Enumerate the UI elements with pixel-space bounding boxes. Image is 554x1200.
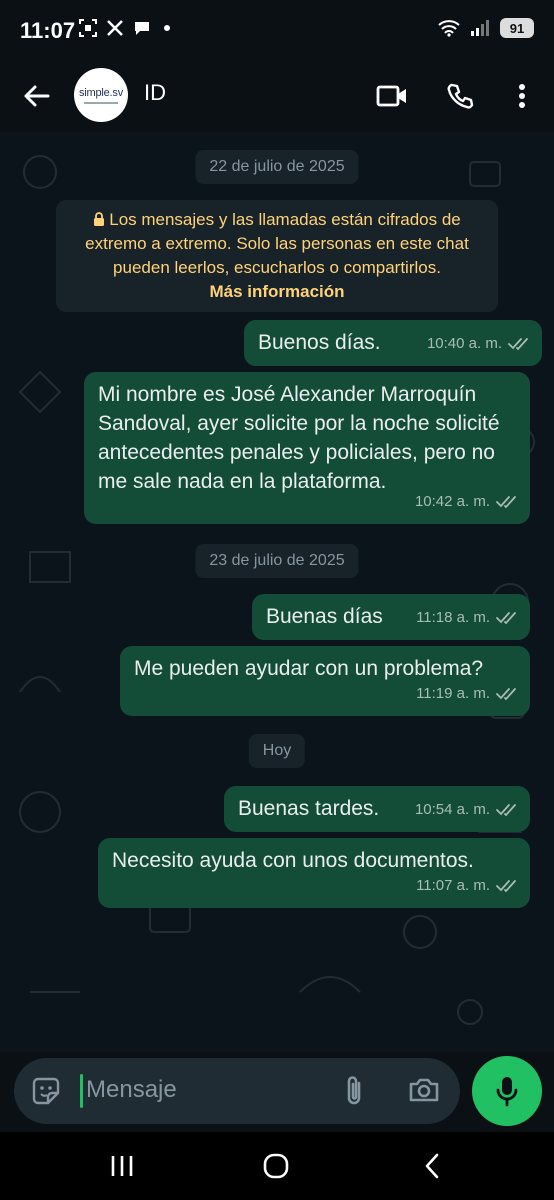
encryption-notice[interactable]: Los mensajes y las llamadas están cifrad… bbox=[56, 200, 498, 312]
date-separator: 23 de julio de 2025 bbox=[195, 544, 359, 578]
lock-icon bbox=[94, 212, 105, 226]
message-meta: 10:40 a. m. bbox=[427, 329, 530, 358]
message-bubble[interactable]: Buenas tardes. 10:54 a. m. bbox=[224, 786, 530, 832]
message-meta: 11:07 a. m. bbox=[416, 871, 518, 900]
camera-icon[interactable] bbox=[408, 1074, 440, 1106]
double-check-icon bbox=[496, 687, 516, 700]
date-separator: Hoy bbox=[248, 734, 306, 768]
chat-header: simple.sv ID bbox=[0, 60, 554, 132]
message-composer[interactable]: Mensaje bbox=[14, 1058, 460, 1124]
home-button[interactable] bbox=[256, 1150, 296, 1182]
double-check-icon bbox=[496, 611, 516, 624]
double-check-icon bbox=[496, 495, 516, 508]
more-info-link[interactable]: Más información bbox=[66, 280, 488, 304]
message-meta: 11:19 a. m. bbox=[416, 679, 518, 708]
more-notifications-dot bbox=[164, 25, 170, 31]
signal-icon bbox=[471, 20, 489, 36]
chat-area[interactable]: 22 de julio de 2025 Los mensajes y las l… bbox=[0, 132, 554, 1052]
arrow-left-icon bbox=[24, 85, 50, 107]
avatar-logo-underline bbox=[84, 101, 118, 104]
notification-icons bbox=[78, 18, 170, 38]
more-options-button[interactable] bbox=[504, 78, 540, 114]
video-call-button[interactable] bbox=[374, 78, 410, 114]
avatar[interactable]: simple.sv bbox=[74, 68, 128, 122]
video-camera-icon bbox=[376, 85, 406, 107]
back-nav-button[interactable] bbox=[412, 1150, 452, 1182]
message-bubble[interactable]: Necesito ayuda con unos documentos. 11:0… bbox=[98, 838, 530, 908]
message-bubble[interactable]: Me pueden ayudar con un problema? 11:19 … bbox=[120, 646, 530, 716]
more-vertical-icon bbox=[519, 84, 525, 108]
phone-icon bbox=[447, 83, 474, 109]
message-bubble[interactable]: Buenas días 11:18 a. m. bbox=[252, 594, 530, 640]
status-bar: 11:07 91 bbox=[0, 0, 554, 60]
avatar-logo-text: simple.sv bbox=[78, 86, 124, 99]
status-time: 11:07 bbox=[20, 18, 76, 43]
screenshot-icon bbox=[79, 19, 97, 37]
back-chevron-icon bbox=[425, 1153, 439, 1179]
system-navigation-bar bbox=[0, 1132, 554, 1200]
message-bubble[interactable]: Mi nombre es José Alexander Marroquín Sa… bbox=[84, 372, 530, 524]
message-meta: 10:54 a. m. bbox=[415, 795, 518, 824]
message-time: 11:19 a. m. bbox=[416, 685, 490, 702]
message-time: 11:18 a. m. bbox=[416, 609, 490, 626]
wifi-icon bbox=[438, 20, 460, 37]
recent-apps-icon bbox=[111, 1156, 133, 1176]
double-check-icon bbox=[496, 803, 516, 816]
battery-indicator: 91 bbox=[500, 18, 534, 38]
message-time: 11:07 a. m. bbox=[416, 877, 490, 894]
contact-name[interactable]: ID bbox=[144, 80, 166, 106]
message-meta: 11:18 a. m. bbox=[416, 603, 518, 632]
message-input[interactable]: Mensaje bbox=[86, 1076, 177, 1104]
message-bubble[interactable]: Buenos días. 10:40 a. m. bbox=[244, 320, 542, 366]
date-separator: 22 de julio de 2025 bbox=[195, 150, 359, 184]
x-icon bbox=[107, 20, 123, 36]
chat-bubble-icon bbox=[135, 22, 149, 35]
double-check-icon bbox=[496, 879, 516, 892]
sticker-emoji-icon[interactable] bbox=[30, 1075, 62, 1107]
message-time: 10:40 a. m. bbox=[426, 335, 502, 352]
message-time: 10:42 a. m. bbox=[414, 493, 490, 510]
message-text: Mi nombre es José Alexander Marroquín Sa… bbox=[98, 383, 500, 493]
system-icons: 91 bbox=[438, 18, 534, 38]
encryption-notice-text: Los mensajes y las llamadas están cifrad… bbox=[85, 210, 469, 277]
attach-icon[interactable] bbox=[340, 1074, 368, 1108]
text-cursor bbox=[80, 1074, 83, 1108]
back-button[interactable] bbox=[20, 80, 52, 112]
voice-call-button[interactable] bbox=[442, 78, 478, 114]
message-time: 10:54 a. m. bbox=[414, 801, 490, 818]
double-check-icon bbox=[508, 337, 528, 350]
voice-message-button[interactable] bbox=[472, 1056, 542, 1126]
microphone-icon bbox=[496, 1077, 518, 1107]
home-icon bbox=[263, 1153, 289, 1179]
message-meta: 10:42 a. m. bbox=[415, 487, 518, 516]
recent-apps-button[interactable] bbox=[102, 1150, 142, 1182]
